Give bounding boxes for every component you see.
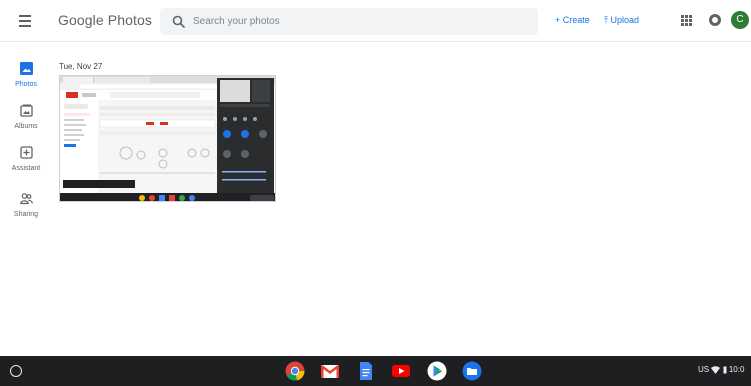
- keyboard-locale: US: [698, 365, 710, 375]
- google-apps-icon[interactable]: [681, 15, 692, 26]
- upload-button[interactable]: ⤒ Upload: [604, 15, 639, 26]
- google-photos-logo[interactable]: Google Photos: [58, 12, 152, 28]
- photo-thumbnail[interactable]: [59, 75, 276, 202]
- nav-item-photos[interactable]: Photos: [0, 56, 52, 96]
- date-heading: Tue, Nov 27: [59, 62, 103, 71]
- account-avatar[interactable]: C: [731, 11, 749, 29]
- main-menu-icon[interactable]: [17, 12, 35, 30]
- albums-icon: [20, 104, 33, 117]
- create-label: Create: [562, 15, 590, 25]
- search-bar[interactable]: [160, 8, 538, 35]
- nav-label-photos: Photos: [15, 81, 37, 88]
- play-store-icon[interactable]: [427, 361, 447, 381]
- assistant-icon: [20, 146, 33, 159]
- nav-item-albums[interactable]: Albums: [0, 98, 52, 138]
- photos-app: Google Photos + Create ⤒ Upload C: [0, 0, 751, 356]
- logo-google-wordmark: Google: [58, 12, 104, 28]
- create-button[interactable]: + Create: [555, 15, 590, 25]
- nav-label-assistant: Assistant: [11, 165, 41, 172]
- nav-item-assistant[interactable]: Assistant: [0, 140, 52, 180]
- chrome-icon[interactable]: [285, 361, 305, 381]
- sharing-icon: [20, 193, 33, 205]
- nav-label-albums: Albums: [14, 123, 38, 130]
- gmail-icon[interactable]: [320, 361, 340, 381]
- docs-icon[interactable]: [356, 361, 376, 381]
- nav-label-sharing: Sharing: [13, 211, 39, 218]
- search-icon[interactable]: [172, 15, 186, 29]
- upload-label: Upload: [610, 15, 640, 25]
- clock-time: 10:0: [728, 365, 745, 375]
- plus-icon: +: [555, 15, 563, 25]
- files-icon[interactable]: [462, 361, 482, 381]
- notifications-icon[interactable]: [709, 14, 721, 26]
- launcher-icon[interactable]: [10, 365, 22, 377]
- nav-item-sharing[interactable]: Sharing: [0, 186, 52, 226]
- chromeos-shelf: US 10:0: [0, 356, 751, 386]
- photos-icon: [20, 62, 33, 75]
- left-nav: Photos Albums Assistant Sharing: [0, 42, 52, 242]
- wifi-icon: [711, 366, 721, 374]
- youtube-icon[interactable]: [391, 361, 411, 381]
- battery-icon: [723, 366, 727, 374]
- top-bar: Google Photos + Create ⤒ Upload C: [0, 0, 751, 42]
- logo-photos-wordmark: Photos: [107, 12, 152, 28]
- status-tray[interactable]: US 10:0: [698, 365, 744, 374]
- search-input[interactable]: [193, 13, 523, 30]
- screenshot-thumbnail-image: [60, 76, 275, 201]
